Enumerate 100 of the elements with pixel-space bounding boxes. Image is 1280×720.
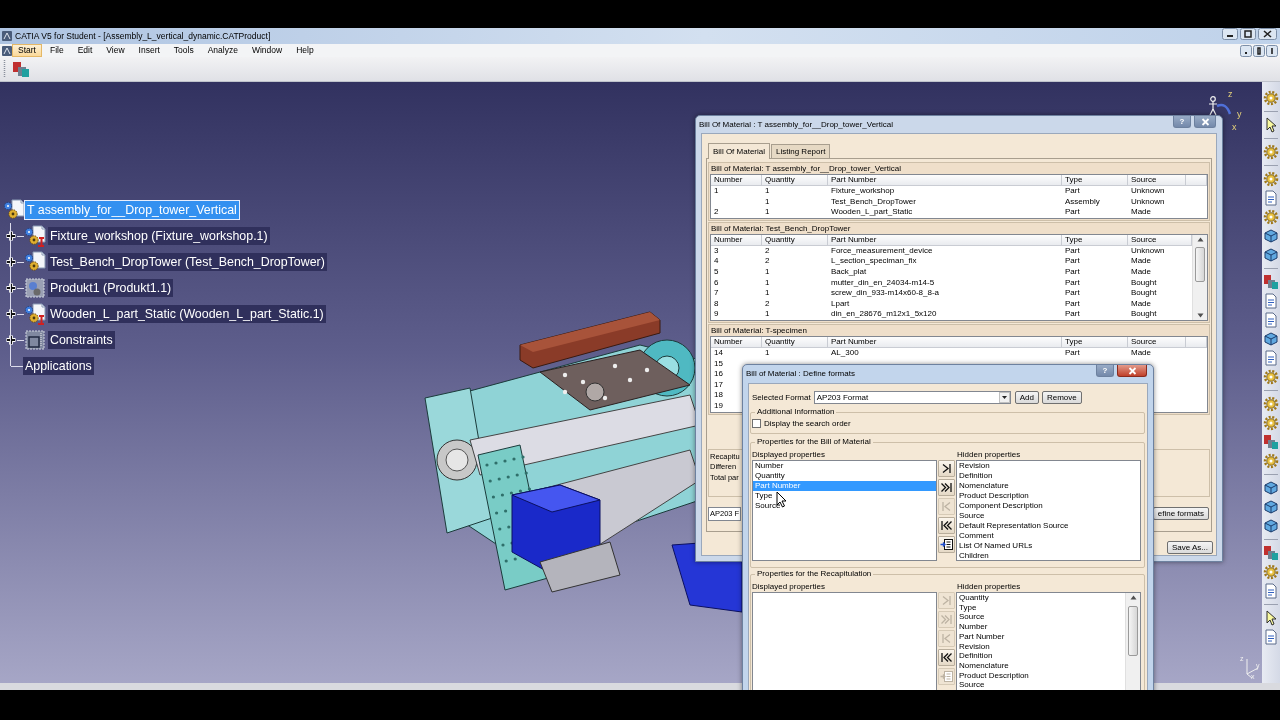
close-icon[interactable] — [1258, 28, 1277, 40]
menu-item[interactable]: Help — [290, 44, 320, 57]
close-button[interactable] — [1117, 365, 1147, 377]
define-formats-button[interactable]: efine formats — [1152, 507, 1209, 521]
scrollbar-thumb[interactable] — [1128, 606, 1138, 656]
move-all-right-button[interactable] — [938, 479, 955, 496]
close-button[interactable] — [1194, 116, 1216, 128]
scrollbar[interactable] — [1125, 593, 1140, 690]
list-item[interactable]: Component Description — [957, 501, 1140, 511]
list-item[interactable]: Product Description — [957, 491, 1140, 501]
tree-item[interactable]: Produkt1 (Produkt1.1) — [48, 279, 174, 297]
menu-item[interactable]: Window — [245, 44, 289, 57]
expand-icon[interactable] — [5, 282, 17, 294]
menu-item[interactable]: View — [100, 44, 131, 57]
tree-item[interactable]: Applications — [23, 357, 94, 375]
list-item[interactable]: Children — [957, 551, 1140, 561]
remove-button[interactable]: Remove — [1041, 391, 1082, 404]
scrollbar-thumb[interactable] — [1195, 246, 1205, 282]
expand-icon[interactable] — [5, 256, 17, 268]
cube-icon[interactable] — [1263, 518, 1279, 534]
list-item[interactable]: Nomenclature — [957, 660, 1125, 671]
menu-item[interactable]: Insert — [132, 44, 166, 57]
list-box[interactable] — [752, 592, 937, 690]
blocks-icon[interactable] — [1263, 274, 1279, 290]
scroll-down-icon[interactable] — [1195, 311, 1205, 320]
list-box[interactable]: Number Quantity Part Number Type Source — [752, 460, 937, 561]
tree-item[interactable]: Constraints — [48, 331, 115, 349]
list-item[interactable]: Definition — [957, 651, 1125, 661]
list-item[interactable]: Nomenclature — [957, 481, 1140, 491]
cube-icon[interactable] — [1263, 331, 1279, 347]
order-button[interactable] — [938, 536, 955, 553]
gear-icon[interactable] — [1263, 209, 1279, 225]
app-icon[interactable] — [2, 45, 12, 56]
cube-icon[interactable] — [1263, 480, 1279, 496]
list-box[interactable]: Quantity Type Source Number Part Number Revision Definition Nomenclature Product Description Source — [956, 592, 1141, 690]
cube-icon[interactable] — [1263, 247, 1279, 263]
checkbox[interactable] — [752, 419, 761, 429]
compass-drawing[interactable] — [1206, 96, 1232, 116]
list-item[interactable]: Comment — [957, 531, 1140, 541]
document-icon[interactable] — [1263, 350, 1279, 366]
menu-item[interactable]: Tools — [167, 44, 200, 57]
expand-icon[interactable] — [5, 230, 17, 242]
menu-item[interactable]: File — [43, 44, 70, 57]
gear-icon[interactable] — [1263, 369, 1279, 385]
list-item[interactable]: Number — [753, 461, 936, 471]
document-icon[interactable] — [1263, 312, 1279, 328]
list-item[interactable]: Quantity — [957, 593, 1125, 603]
gear-icon[interactable] — [1263, 453, 1279, 469]
list-item[interactable]: Quantity — [753, 471, 936, 481]
move-all-left-button[interactable] — [938, 649, 955, 666]
list-box[interactable]: Revision Definition Nomenclature Product Description Component Description Source Default Representation Source Comment List Of Named URLs Children — [956, 460, 1141, 561]
move-right-button[interactable] — [938, 460, 955, 477]
list-item[interactable]: Number — [957, 622, 1125, 632]
list-item[interactable]: Revision — [957, 461, 1140, 471]
document-icon[interactable] — [1263, 583, 1279, 599]
blocks-icon[interactable] — [12, 60, 30, 78]
tab[interactable]: Listing Report — [771, 144, 831, 158]
restore-icon[interactable] — [1240, 28, 1256, 40]
minimize-icon[interactable] — [1222, 28, 1238, 40]
close-icon[interactable] — [1266, 44, 1278, 57]
cube-icon[interactable] — [1263, 228, 1279, 244]
list-item[interactable]: Source — [957, 511, 1140, 521]
tree-item[interactable]: Wooden_L_part_Static (Wooden_L_part_Static.1) — [48, 305, 326, 323]
expand-icon[interactable] — [5, 334, 17, 346]
list-item[interactable]: Part Number — [957, 631, 1125, 642]
minimize-icon[interactable] — [1240, 44, 1252, 57]
list-item[interactable]: Product Description — [957, 670, 1125, 681]
list-item[interactable]: List Of Named URLs — [957, 541, 1140, 551]
pointer-icon[interactable] — [1263, 117, 1279, 133]
add-button[interactable]: Add — [1014, 391, 1039, 404]
format-dropdown[interactable]: AP203 Format — [813, 391, 1011, 404]
list-item[interactable]: Source — [957, 612, 1125, 623]
restore-icon[interactable] — [1253, 44, 1265, 57]
menu-item[interactable]: Edit — [71, 44, 99, 57]
grip-icon[interactable] — [3, 59, 6, 79]
menu-item[interactable]: Start — [12, 44, 42, 57]
cube-icon[interactable] — [1263, 499, 1279, 515]
tab[interactable]: Bill Of Material — [708, 143, 770, 159]
list-item[interactable]: Revision — [957, 641, 1125, 652]
list-item[interactable]: Definition — [957, 471, 1140, 481]
gear-icon[interactable] — [1263, 90, 1279, 106]
gear-icon[interactable] — [1263, 564, 1279, 580]
list-item[interactable]: Default Representation Source — [957, 521, 1140, 531]
move-all-left-button[interactable] — [938, 517, 955, 534]
expand-icon[interactable] — [5, 308, 17, 320]
gear-icon[interactable] — [1263, 396, 1279, 412]
document-icon[interactable] — [1263, 190, 1279, 206]
list-item[interactable]: Source — [753, 501, 936, 511]
list-item[interactable]: Type — [753, 491, 936, 501]
menu-item[interactable]: Analyze — [201, 44, 244, 57]
caret-icon[interactable] — [998, 392, 1010, 403]
blocks-icon[interactable] — [1263, 434, 1279, 450]
scroll-up-icon[interactable] — [1128, 593, 1138, 602]
tree-item[interactable]: Test_Bench_DropTower (Test_Bench_DropTower) — [48, 253, 327, 271]
gear-icon[interactable] — [1263, 415, 1279, 431]
list-item[interactable]: Source — [957, 680, 1125, 690]
gear-icon[interactable] — [1263, 171, 1279, 187]
document-icon[interactable] — [1263, 629, 1279, 645]
blocks-icon[interactable] — [1263, 545, 1279, 561]
pointer-icon[interactable] — [1263, 610, 1279, 626]
